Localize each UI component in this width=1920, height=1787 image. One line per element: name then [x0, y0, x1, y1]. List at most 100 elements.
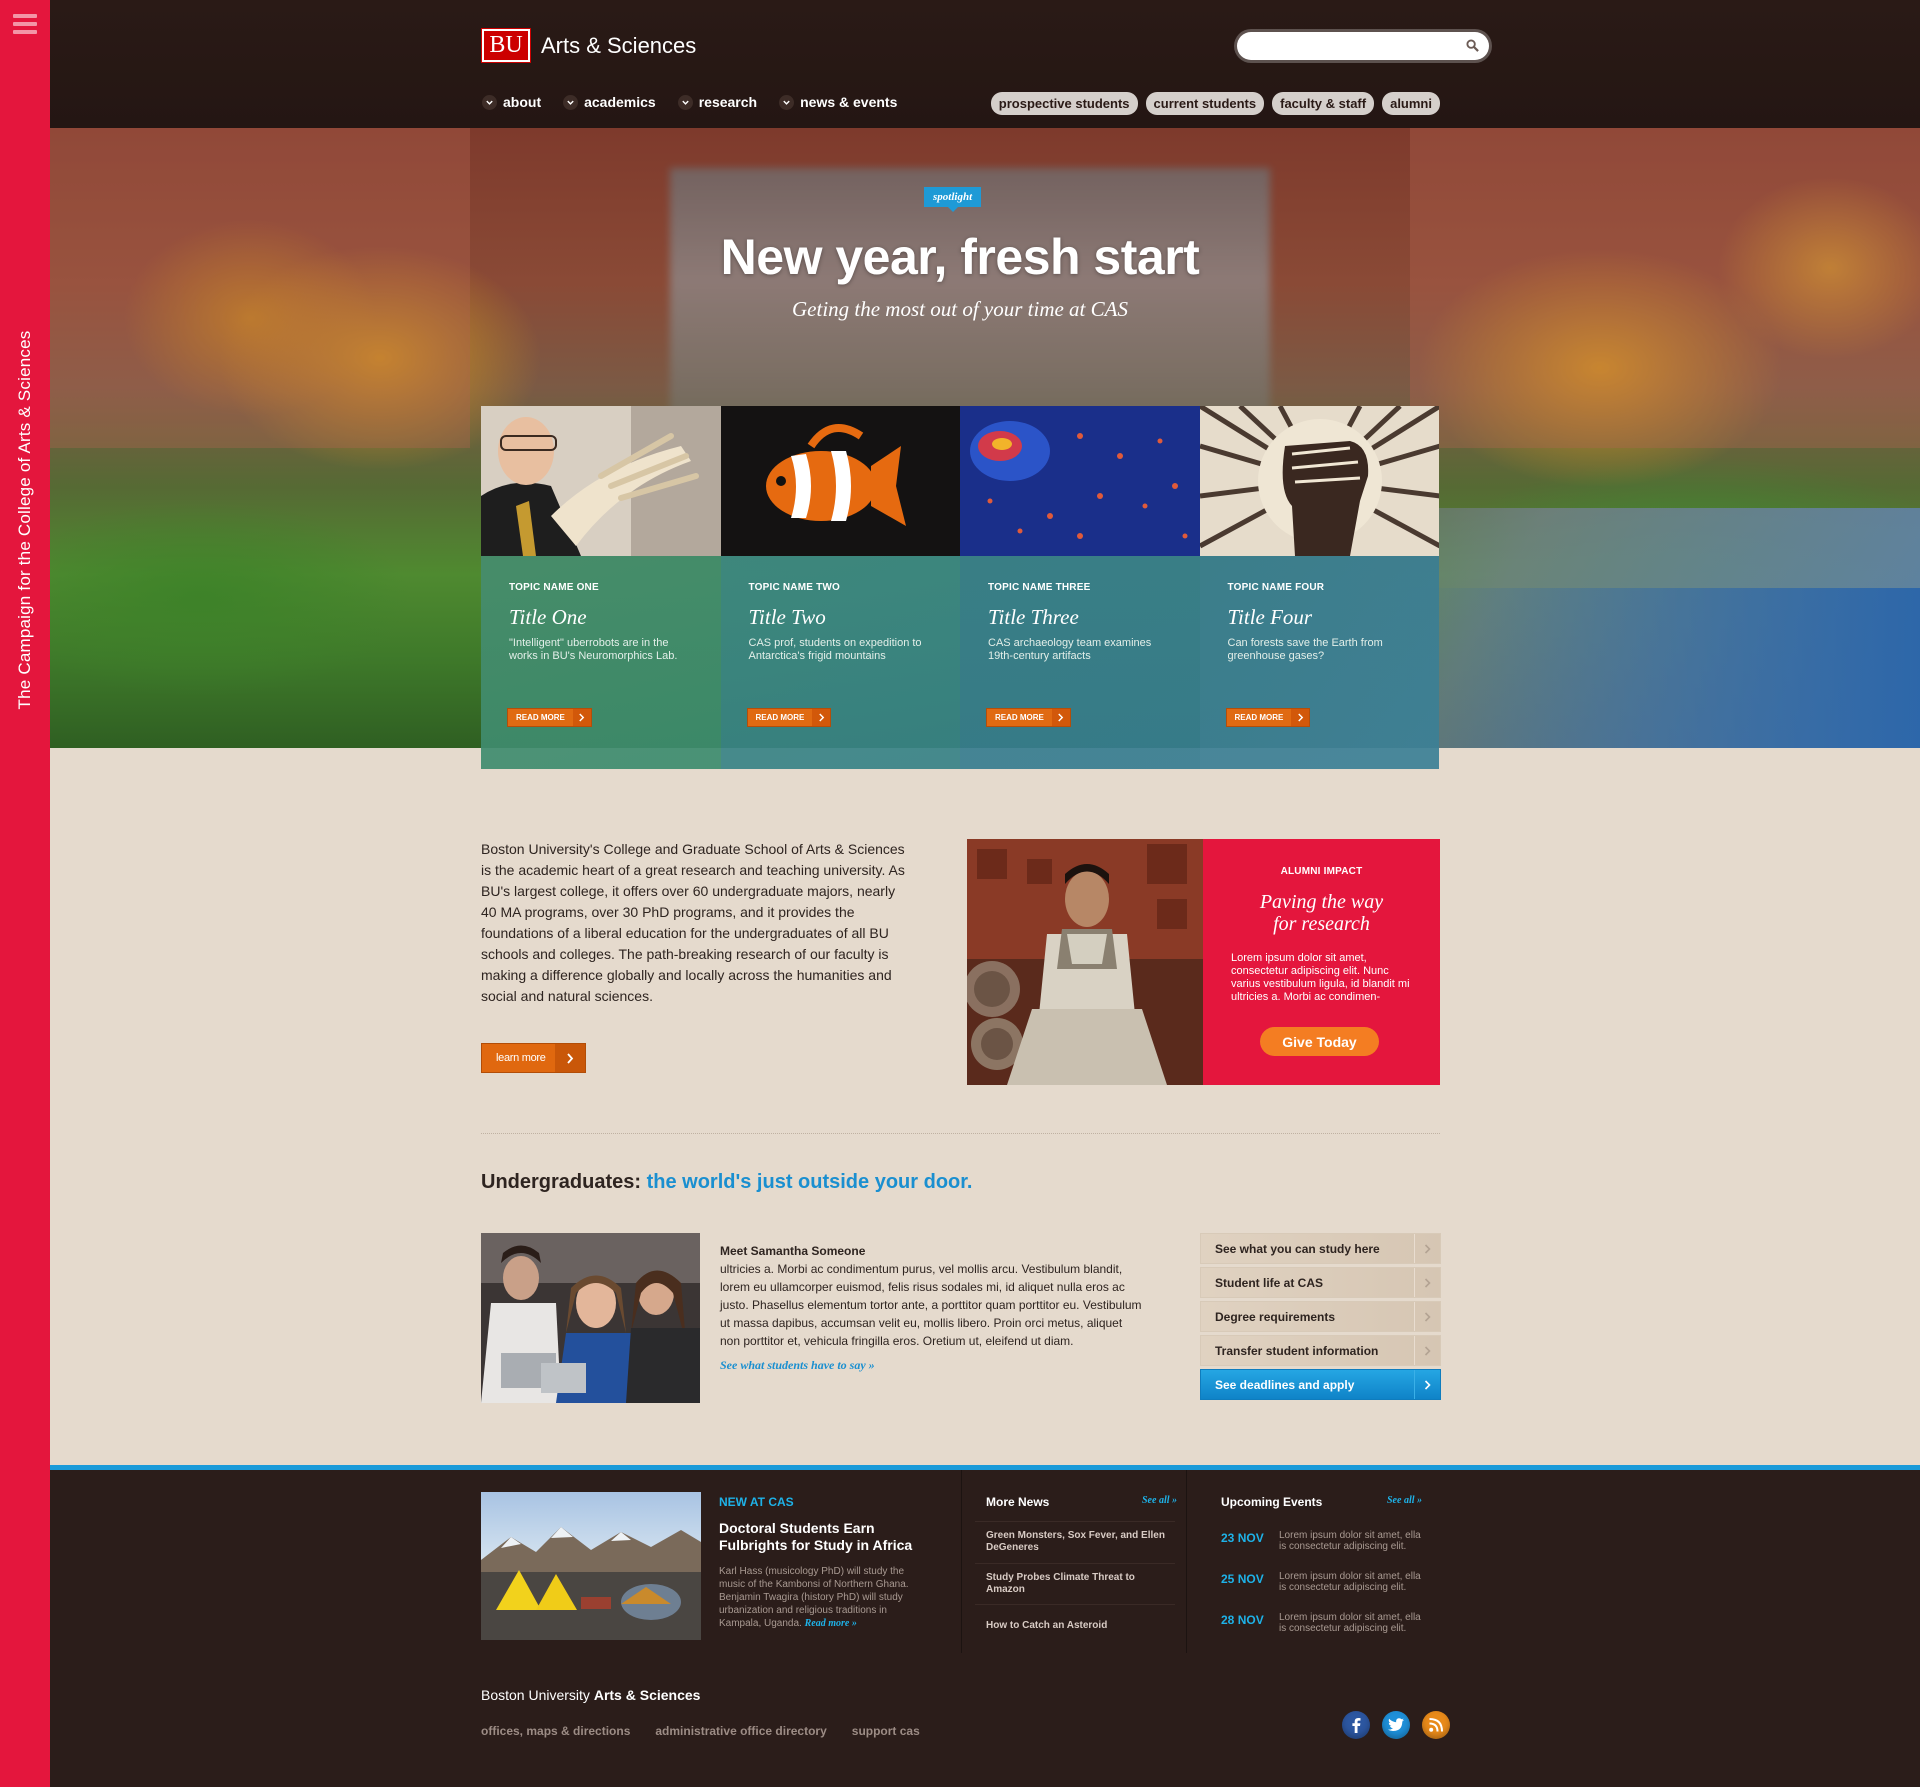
read-more-button[interactable]: READ MORE	[507, 708, 592, 727]
nav-news-events[interactable]: news & events	[779, 94, 897, 110]
main-nav: about academics research news & events	[482, 94, 919, 110]
undergrad-heading: Undergraduates: the world's just outside…	[481, 1171, 972, 1194]
site-footer: NEW AT CAS Doctoral Students Earn Fulbri…	[50, 1465, 1920, 1787]
card-title[interactable]: Title Four	[1228, 605, 1412, 630]
card-title[interactable]: Title One	[509, 605, 693, 630]
chevron-right-icon	[1291, 709, 1310, 726]
quick-link-label: See what you can study here	[1215, 1241, 1380, 1256]
student-bio: ultricies a. Morbi ac condimentum purus,…	[720, 1262, 1142, 1348]
quick-link-label: Degree requirements	[1215, 1309, 1336, 1324]
chevron-down-icon	[563, 94, 579, 110]
alumni-impact-text: Lorem ipsum dolor sit amet, consectetur …	[1231, 952, 1410, 1003]
chevron-right-icon	[812, 709, 831, 726]
quick-link-deadlines-apply[interactable]: See deadlines and apply	[1200, 1369, 1441, 1400]
audience-prospective-students[interactable]: prospective students	[990, 92, 1138, 115]
card-title[interactable]: Title Three	[988, 605, 1172, 630]
chevron-right-icon	[1414, 1268, 1440, 1297]
undergrad-quick-links: See what you can study here Student life…	[1200, 1233, 1441, 1403]
news-item[interactable]: Study Probes Climate Threat to Amazon	[986, 1572, 1176, 1596]
chevron-right-icon	[1051, 709, 1070, 726]
event-item[interactable]: 25 NOV Lorem ipsum dolor sit amet, ella …	[1221, 1571, 1429, 1593]
quick-link-study-here[interactable]: See what you can study here	[1200, 1233, 1441, 1264]
event-month: NOV	[1237, 1531, 1264, 1545]
footer-link-office-directory[interactable]: administrative office directory	[655, 1724, 826, 1738]
event-item[interactable]: 23 NOV Lorem ipsum dolor sit amet, ella …	[1221, 1530, 1429, 1552]
footer-link-offices-maps[interactable]: offices, maps & directions	[481, 1724, 630, 1738]
event-month: NOV	[1237, 1613, 1264, 1627]
audience-alumni[interactable]: alumni	[1382, 92, 1440, 115]
facebook-icon[interactable]	[1342, 1711, 1370, 1739]
news-item[interactable]: Green Monsters, Sox Fever, and Ellen DeG…	[986, 1530, 1176, 1554]
news-item[interactable]: How to Catch an Asteroid	[986, 1620, 1176, 1632]
topic-card[interactable]: TOPIC NAME TWO Title Two CAS prof, stude…	[720, 406, 960, 769]
event-date: 28 NOV	[1221, 1613, 1279, 1627]
chevron-down-icon	[779, 94, 795, 110]
read-more-button[interactable]: READ MORE	[746, 708, 832, 727]
chevron-right-icon	[1414, 1370, 1440, 1399]
topic-cards: TOPIC NAME ONE Title One "Intelligent" u…	[481, 406, 1439, 769]
event-date: 23 NOV	[1221, 1531, 1279, 1545]
read-more-button[interactable]: READ MORE	[1225, 708, 1311, 727]
events-see-all-link[interactable]: See all »	[1387, 1495, 1422, 1506]
quick-link-degree-requirements[interactable]: Degree requirements	[1200, 1301, 1441, 1332]
audience-nav: prospective students current students fa…	[983, 92, 1440, 115]
quick-link-transfer-info[interactable]: Transfer student information	[1200, 1335, 1441, 1366]
campaign-rail-text[interactable]: The Campaign for the College of Arts & S…	[15, 331, 35, 710]
news-see-all-link[interactable]: See all »	[1142, 1495, 1177, 1506]
site-logo[interactable]: BU Arts & Sciences	[481, 28, 696, 63]
nav-label: research	[698, 94, 758, 110]
hero-subtitle: Geting the most out of your time at CAS	[792, 297, 1128, 321]
featured-read-more-link[interactable]: Read more »	[805, 1618, 857, 1629]
read-more-label: READ MORE	[516, 713, 565, 722]
hamburger-menu-icon[interactable]	[13, 14, 37, 36]
read-more-label: READ MORE	[995, 713, 1044, 722]
search-box[interactable]	[1237, 32, 1489, 60]
event-month: NOV	[1237, 1572, 1264, 1586]
student-testimonials-link[interactable]: See what students have to say »	[720, 1358, 875, 1373]
quick-link-student-life[interactable]: Student life at CAS	[1200, 1267, 1441, 1298]
nav-label: news & events	[800, 94, 898, 110]
rss-icon[interactable]	[1422, 1711, 1450, 1739]
search-icon[interactable]	[1466, 39, 1479, 52]
event-date: 25 NOV	[1221, 1572, 1279, 1586]
read-more-button[interactable]: READ MORE	[986, 708, 1071, 727]
intro-text: Boston University's College and Graduate…	[481, 841, 905, 1004]
give-today-button[interactable]: Give Today	[1260, 1027, 1379, 1056]
learn-more-button[interactable]: learn more	[481, 1043, 586, 1073]
column-separator	[1186, 1470, 1187, 1653]
topic-card[interactable]: TOPIC NAME THREE Title Three CAS archaeo…	[960, 406, 1200, 769]
audience-current-students[interactable]: current students	[1145, 92, 1265, 115]
audience-faculty-staff[interactable]: faculty & staff	[1272, 92, 1375, 115]
nav-about[interactable]: about	[482, 94, 541, 110]
upcoming-events-heading: Upcoming Events	[1221, 1495, 1323, 1509]
card-image-skeleton-foot	[481, 406, 721, 556]
footer-link-support-cas[interactable]: support cas	[852, 1724, 920, 1738]
undergrad-heading-lead: Undergraduates:	[481, 1171, 642, 1193]
campaign-rail[interactable]: The Campaign for the College of Arts & S…	[0, 0, 50, 1787]
read-more-label: READ MORE	[755, 713, 805, 722]
alumni-impact-panel: ALUMNI IMPACT Paving the way for researc…	[967, 839, 1440, 1085]
card-description: "Intelligent" uberrobots are in the work…	[509, 637, 678, 662]
topic-card[interactable]: TOPIC NAME FOUR Title Four Can forests s…	[1199, 406, 1439, 769]
hero-walkway-edge	[1400, 588, 1920, 748]
card-title[interactable]: Title Two	[749, 605, 933, 630]
topic-card[interactable]: TOPIC NAME ONE Title One "Intelligent" u…	[481, 406, 721, 769]
twitter-icon[interactable]	[1382, 1711, 1410, 1739]
section-divider	[481, 1133, 1440, 1134]
student-name: Meet Samantha Someone	[720, 1244, 866, 1258]
hero-title: New year, fresh start	[720, 229, 1200, 285]
row-divider	[975, 1604, 1175, 1605]
nav-academics[interactable]: academics	[563, 94, 656, 110]
featured-news-photo[interactable]	[481, 1492, 701, 1640]
search-input[interactable]	[1249, 32, 1459, 60]
card-image-heatmap	[960, 406, 1200, 556]
more-news-heading: More News	[986, 1495, 1050, 1509]
featured-news-title[interactable]: Doctoral Students Earn Fulbrights for St…	[719, 1520, 929, 1554]
new-at-cas-prefix: NEW	[719, 1495, 747, 1509]
event-day: 28	[1221, 1613, 1235, 1627]
nav-research[interactable]: research	[677, 94, 758, 110]
quick-link-label: Transfer student information	[1215, 1343, 1379, 1358]
nav-label: about	[503, 94, 542, 110]
event-item[interactable]: 28 NOV Lorem ipsum dolor sit amet, ella …	[1221, 1612, 1429, 1634]
featured-news-summary: Karl Hass (musicology PhD) will study th…	[719, 1565, 929, 1630]
